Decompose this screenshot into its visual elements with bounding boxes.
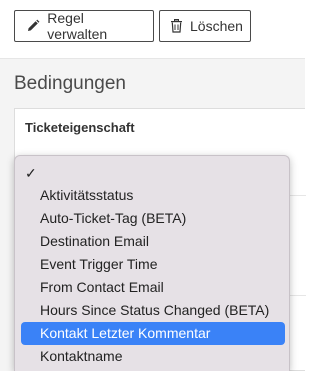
manage-rule-label: Regel verwalten bbox=[47, 10, 108, 42]
delete-label: Löschen bbox=[190, 18, 243, 34]
dropdown-option-hours-since-status-changed[interactable]: Hours Since Status Changed (BETA) bbox=[21, 299, 285, 322]
manage-rule-button[interactable]: Regel verwalten bbox=[14, 10, 154, 42]
dropdown-option-auto-ticket-tag[interactable]: Auto-Ticket-Tag (BETA) bbox=[21, 207, 285, 230]
dropdown-option-destination-email[interactable]: Destination Email bbox=[21, 230, 285, 253]
dropdown-option-aktivitaetsstatus[interactable]: Aktivitätsstatus bbox=[21, 184, 285, 207]
delete-button[interactable]: Löschen bbox=[159, 10, 251, 42]
dropdown-option-kontakt-letzter-kommentar[interactable]: Kontakt Letzter Kommentar bbox=[21, 322, 285, 345]
pencil-icon bbox=[25, 18, 40, 34]
dropdown-option-event-trigger-time[interactable]: Event Trigger Time bbox=[21, 253, 285, 276]
section-title: Bedingungen bbox=[14, 73, 126, 94]
ticket-property-label: Ticketeigenschaft bbox=[25, 120, 135, 135]
ticket-property-dropdown-menu[interactable]: ✓ Aktivitätsstatus Auto-Ticket-Tag (BETA… bbox=[14, 155, 290, 371]
toolbar: Regel verwalten Löschen bbox=[0, 0, 305, 60]
trash-icon bbox=[170, 18, 183, 34]
checkmark-icon: ✓ bbox=[25, 165, 37, 181]
dropdown-option-kontaktname[interactable]: Kontaktname bbox=[21, 345, 285, 368]
dropdown-option-from-contact-email[interactable]: From Contact Email bbox=[21, 276, 285, 299]
